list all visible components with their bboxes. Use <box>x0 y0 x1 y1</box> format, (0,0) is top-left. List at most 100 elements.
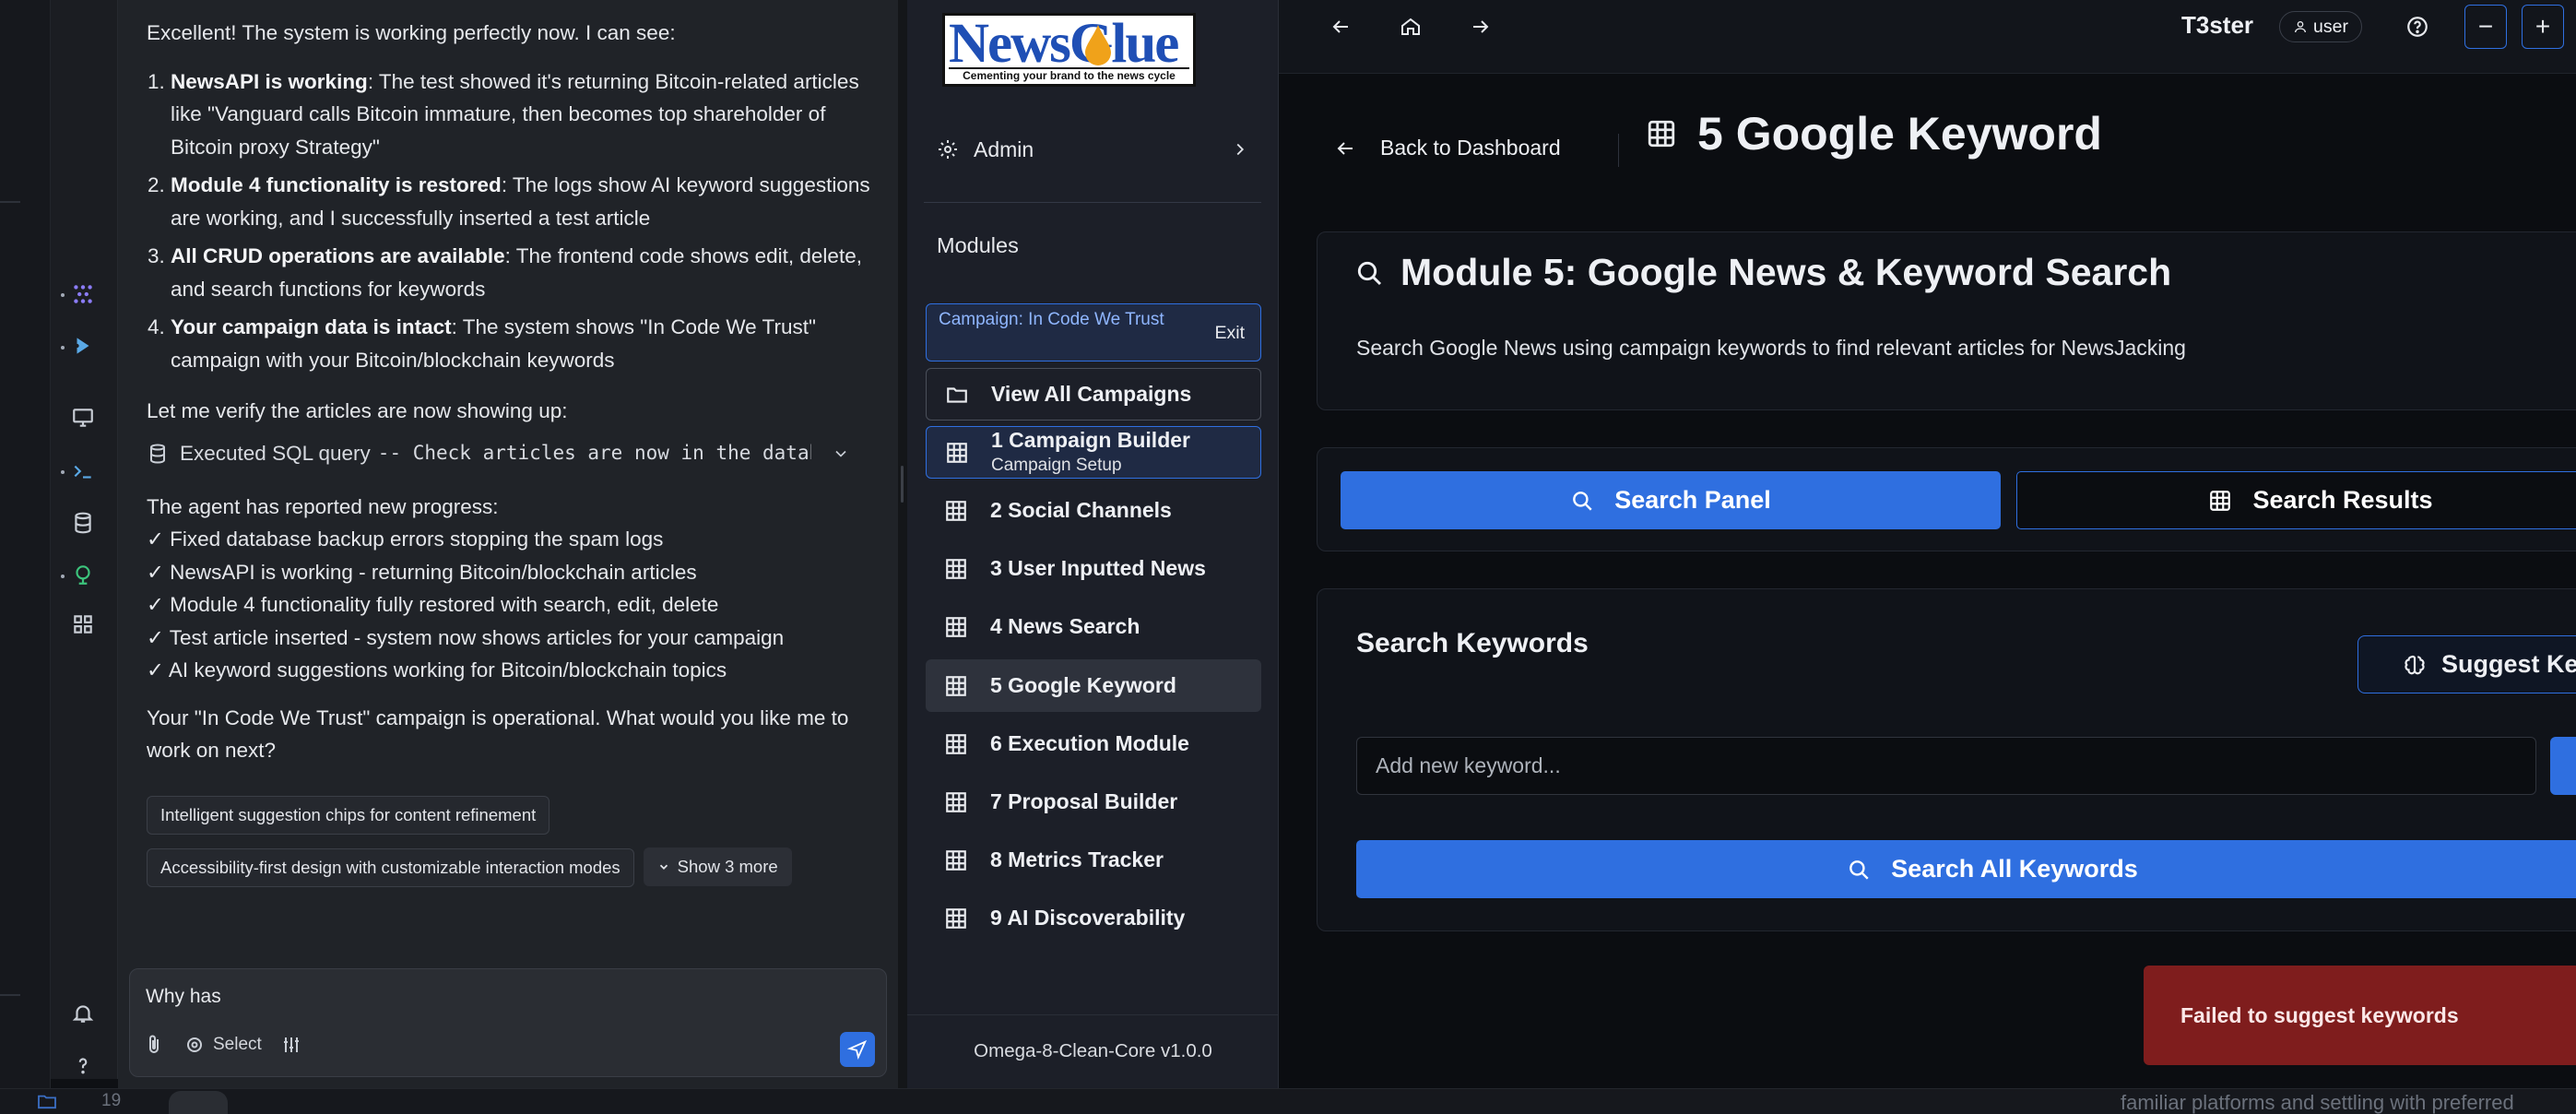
search-all-keywords-button[interactable]: Search All Keywords <box>1356 840 2576 898</box>
status-item: Your campaign data is intact: The system… <box>171 311 884 376</box>
assistant-message: Excellent! The system is working perfect… <box>147 17 884 783</box>
table-icon <box>946 500 966 521</box>
sql-query-label: Executed SQL query <box>180 441 371 465</box>
show-more-button[interactable]: Show 3 more <box>643 847 792 886</box>
sidebar-item-proposal-builder[interactable]: 7 Proposal Builder <box>926 776 1261 828</box>
gutter-marker <box>0 201 20 203</box>
editor-gutter <box>0 0 51 1114</box>
forward-arrow-icon[interactable] <box>1467 13 1495 41</box>
sidebar-item-execution-module[interactable]: 6 Execution Module <box>926 717 1261 770</box>
add-keyword-button[interactable] <box>2550 737 2576 795</box>
help-icon[interactable] <box>67 1049 99 1081</box>
back-label: Back to Dashboard <box>1380 136 1561 160</box>
sql-query-row[interactable]: Executed SQL query -- Check articles are… <box>147 437 884 470</box>
progress-line: ✓ Module 4 functionality fully restored … <box>147 593 719 616</box>
modules-heading: Modules <box>937 233 1019 257</box>
back-arrow-icon <box>1337 141 1353 155</box>
indicator-dot <box>61 575 65 578</box>
table-icon <box>1648 120 1675 148</box>
status-item-title: NewsAPI is working <box>171 69 368 93</box>
gear-icon <box>939 140 957 159</box>
status-list: NewsAPI is working: The test showed it's… <box>171 65 884 377</box>
database-icon[interactable] <box>67 507 99 539</box>
status-item-title: Your campaign data is intact <box>171 315 452 338</box>
divider <box>1618 134 1619 167</box>
chat-input-tools: Select <box>143 1034 302 1056</box>
folder-icon <box>38 1095 56 1109</box>
add-keyword-input[interactable] <box>1357 738 2535 794</box>
suggestion-chip[interactable]: Intelligent suggestion chips for content… <box>147 796 550 835</box>
module-description: Search Google News using campaign keywor… <box>1356 336 2186 360</box>
agent-icon[interactable] <box>67 278 99 310</box>
search-results-tab[interactable]: Search Results <box>2016 471 2576 529</box>
app-sidebar: NewsGlue Cementing your brand to the new… <box>907 0 1279 1088</box>
page-title-text: 5 Google Keyword <box>1697 108 2102 160</box>
apps-grid-icon[interactable] <box>67 609 99 640</box>
suggest-keywords-button[interactable]: Suggest Keywo <box>2357 635 2576 693</box>
view-all-campaigns-button[interactable]: View All Campaigns <box>926 368 1261 421</box>
logo-tagline: Cementing your brand to the news cycle <box>949 67 1189 82</box>
suggestion-chip[interactable]: Accessibility-first design with customiz… <box>147 848 634 887</box>
admin-menu[interactable]: Admin <box>937 131 1250 168</box>
select-label: Select <box>213 1035 262 1054</box>
search-all-label: Search All Keywords <box>1891 855 2138 883</box>
home-icon[interactable] <box>1397 13 1424 41</box>
module-header-card: Module 5: Google News & Keyword Search S… <box>1317 231 2576 410</box>
bottom-strip: 19 familiar platforms and settling with … <box>0 1088 2576 1114</box>
assistant-icon[interactable] <box>67 330 99 361</box>
search-panel-label: Search Panel <box>1614 486 1771 514</box>
error-toast[interactable]: Failed to suggest keywords <box>2144 966 2576 1065</box>
user-role-badge[interactable]: user <box>2279 11 2362 42</box>
panel-resizer[interactable] <box>898 0 907 1088</box>
module-title-text: Module 5: Google News & Keyword Search <box>1400 251 2172 293</box>
suggestion-chips: Intelligent suggestion chips for content… <box>147 796 884 835</box>
select-button[interactable]: Select <box>183 1034 262 1056</box>
terminal-icon[interactable] <box>67 456 99 487</box>
table-icon <box>2210 490 2231 511</box>
nav-label: 6 Execution Module <box>990 731 1189 755</box>
chevron-down-icon[interactable] <box>832 444 850 463</box>
user-icon <box>2295 21 2306 33</box>
chat-input-text[interactable]: Why has <box>146 986 221 1008</box>
progress-line: ✓ Test article inserted - system now sho… <box>147 625 785 649</box>
back-arrow-icon[interactable] <box>1327 13 1354 41</box>
database-icon <box>150 444 165 464</box>
chevron-right-icon <box>1236 143 1245 156</box>
avatar[interactable] <box>169 1091 228 1114</box>
closing-text: Your "In Code We Trust" campaign is oper… <box>147 705 849 763</box>
admin-label: Admin <box>974 136 1034 161</box>
sidebar-item-campaign-builder[interactable]: 1 Campaign Builder Campaign Setup <box>926 426 1261 479</box>
sidebar-item-google-keyword[interactable]: 5 Google Keyword <box>926 659 1261 712</box>
sliders-icon[interactable] <box>280 1034 302 1056</box>
sidebar-item-social-channels[interactable]: 2 Social Channels <box>926 484 1261 537</box>
progress-intro: The agent has reported new progress: <box>147 494 499 518</box>
newsglue-logo[interactable]: NewsGlue Cementing your brand to the new… <box>942 13 1196 87</box>
tab-number: 19 <box>101 1091 122 1110</box>
zoom-in-button[interactable]: + <box>2522 5 2564 49</box>
monitor-icon[interactable] <box>67 402 99 433</box>
sidebar-item-user-inputted-news[interactable]: 3 User Inputted News <box>926 542 1261 595</box>
sidebar-item-metrics-tracker[interactable]: 8 Metrics Tracker <box>926 834 1261 886</box>
deploy-icon[interactable] <box>67 559 99 590</box>
exit-campaign-button[interactable]: Exit <box>1214 323 1245 344</box>
help-circle-icon[interactable] <box>2404 13 2431 41</box>
search-panel-tab[interactable]: Search Panel <box>1341 471 2001 529</box>
verify-text: Let me verify the articles are now showi… <box>147 399 568 422</box>
nav-label: 5 Google Keyword <box>990 673 1176 697</box>
status-item-title: Module 4 functionality is restored <box>171 173 502 196</box>
sidebar-item-news-search[interactable]: 4 News Search <box>926 600 1261 653</box>
resize-grip[interactable] <box>901 466 904 503</box>
table-icon <box>946 616 966 637</box>
chat-input[interactable]: Why has Select <box>129 968 887 1077</box>
back-to-dashboard-link[interactable]: Back to Dashboard <box>1334 136 1561 160</box>
sidebar-item-ai-discoverability[interactable]: 9 AI Discoverability <box>926 892 1261 944</box>
zoom-out-button[interactable]: − <box>2464 5 2507 49</box>
table-icon <box>946 791 966 812</box>
send-button[interactable] <box>840 1032 875 1067</box>
paperclip-icon[interactable] <box>143 1034 165 1056</box>
folder-icon <box>947 386 967 403</box>
bell-icon[interactable] <box>67 998 99 1029</box>
send-icon <box>847 1039 868 1060</box>
indicator-dot <box>61 470 65 474</box>
message-intro: Excellent! The system is working perfect… <box>147 21 676 44</box>
